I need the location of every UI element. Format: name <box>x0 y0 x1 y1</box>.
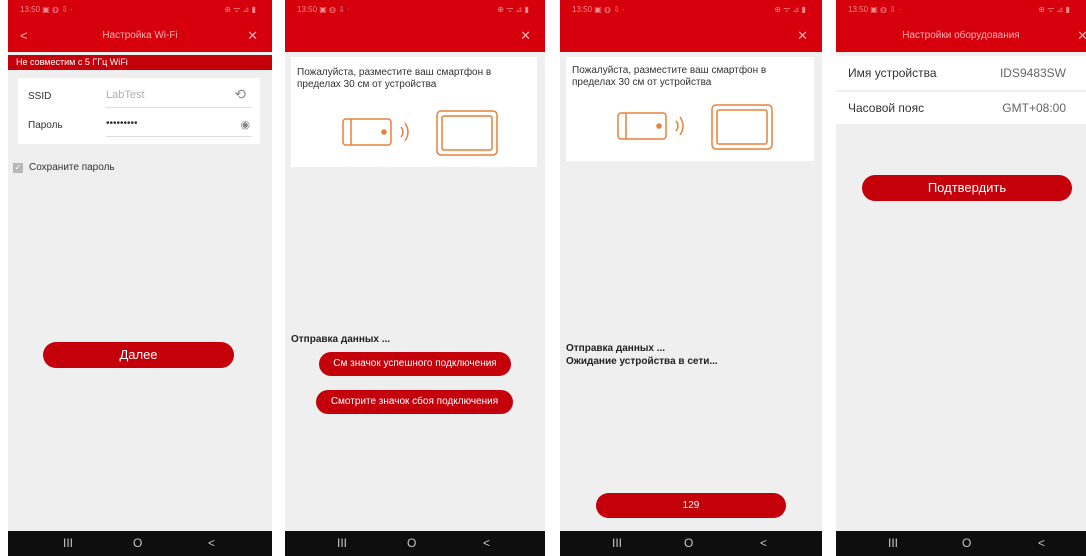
status-bar: 13:50 ▣ ◍ ⇩ · ⊕ ᯤ ⊿ ▮ <box>8 0 272 20</box>
home-button[interactable]: O <box>962 536 971 550</box>
status-bar: 13:50 ▣ ◍ ⇩ · ⊕ ᯤ ⊿ ▮ <box>560 0 822 20</box>
screen-sending-data: 13:50 ▣ ◍ ⇩ · ⊕ ᯤ ⊿ ▮ ✕ Пожалуйста, разм… <box>285 0 545 556</box>
status-bar: 13:50 ▣ ◍ ⇩ · ⊕ ᯤ ⊿ ▮ <box>836 0 1086 20</box>
close-icon[interactable]: ✕ <box>247 20 258 52</box>
close-icon[interactable]: ✕ <box>520 20 531 52</box>
screen-waiting-device: 13:50 ▣ ◍ ⇩ · ⊕ ᯤ ⊿ ▮ ✕ Пожалуйста, разм… <box>560 0 822 556</box>
wifi-form-card: SSID LabTest ⟲ Пароль ••••••••• ◉ <box>18 78 260 144</box>
remember-checkbox[interactable]: ✓ <box>13 163 23 173</box>
warning-text: Не совместим с 5 ГГц WiFi <box>16 57 128 67</box>
remember-label: Сохраните пароль <box>29 162 115 173</box>
recent-apps-button[interactable]: III <box>612 536 622 550</box>
phone-near-device-illustration <box>342 110 498 156</box>
refresh-icon[interactable]: ⟲ <box>234 86 246 103</box>
close-icon[interactable]: ✕ <box>1077 20 1086 52</box>
status-icons: ⊕ ᯤ ⊿ ▮ <box>774 5 806 14</box>
divider <box>106 136 252 137</box>
status-icons: ⊕ ᯤ ⊿ ▮ <box>1038 5 1070 14</box>
next-button-label: Далее <box>119 347 158 362</box>
page-title: Настройки оборудования <box>902 30 1020 41</box>
title-bar: < Настройка Wi-Fi ✕ <box>8 20 272 52</box>
status-time: 13:50 ▣ ◍ ⇩ · <box>848 5 901 14</box>
instruction-text: Пожалуйста, разместите ваш смартфон в пр… <box>297 67 492 90</box>
status-bar: 13:50 ▣ ◍ ⇩ · ⊕ ᯤ ⊿ ▮ <box>285 0 545 20</box>
android-nav-bar: III O < <box>560 531 822 556</box>
password-input[interactable]: ••••••••• <box>106 118 138 129</box>
warning-banner: Не совместим с 5 ГГц WiFi <box>8 55 272 70</box>
title-bar: ✕ <box>560 20 822 52</box>
status-icons: ⊕ ᯤ ⊿ ▮ <box>497 5 529 14</box>
confirm-button-label: Подтвердить <box>927 180 1007 195</box>
android-nav-bar: III O < <box>836 531 1086 556</box>
home-button[interactable]: O <box>407 536 416 550</box>
page-title: Настройка Wi-Fi <box>102 30 178 41</box>
screen-wifi-setup: 13:50 ▣ ◍ ⇩ · ⊕ ᯤ ⊿ ▮ < Настройка Wi-Fi … <box>8 0 272 556</box>
failure-icon-button-label: Смотрите значок сбоя подключения <box>330 396 499 407</box>
status-time: 13:50 ▣ ◍ ⇩ · <box>297 5 350 14</box>
timezone-row[interactable]: Часовой пояс GMT+08:00 <box>836 92 1086 124</box>
device-name-label: Имя устройства <box>848 66 937 80</box>
sending-status: Отправка данных ... <box>291 334 391 345</box>
success-icon-button[interactable]: См значок успешного подключения <box>319 352 511 376</box>
device-screen-icon <box>711 104 773 150</box>
status-time: 13:50 ▣ ◍ ⇩ · <box>20 5 73 14</box>
recent-apps-button[interactable]: III <box>337 536 347 550</box>
recent-apps-button[interactable]: III <box>63 536 73 550</box>
password-label: Пароль <box>28 120 63 131</box>
back-arrow-icon[interactable]: < <box>20 20 28 52</box>
waiting-status: Ожидание устройства в сети... <box>566 356 718 367</box>
screen-device-settings: 13:50 ▣ ◍ ⇩ · ⊕ ᯤ ⊿ ▮ Настройки оборудов… <box>836 0 1086 556</box>
device-name-row[interactable]: Имя устройства IDS9483SW <box>836 56 1086 90</box>
back-button[interactable]: < <box>208 536 215 550</box>
android-nav-bar: III O < <box>285 531 545 556</box>
signal-icon <box>675 116 684 136</box>
instruction-card: Пожалуйста, разместите ваш смартфон в пр… <box>291 57 537 167</box>
back-button[interactable]: < <box>1038 536 1045 550</box>
smartphone-icon <box>342 118 392 146</box>
countdown-value: 129 <box>682 500 700 511</box>
countdown-button[interactable]: 129 <box>596 493 786 518</box>
confirm-button[interactable]: Подтвердить <box>862 175 1072 201</box>
recent-apps-button[interactable]: III <box>888 536 898 550</box>
timezone-value: GMT+08:00 <box>1002 101 1066 115</box>
instruction-card: Пожалуйста, разместите ваш смартфон в пр… <box>566 57 814 161</box>
back-button[interactable]: < <box>760 536 767 550</box>
title-bar: ✕ <box>285 20 545 52</box>
failure-icon-button[interactable]: Смотрите значок сбоя подключения <box>316 390 513 414</box>
eye-icon[interactable]: ◉ <box>240 118 250 131</box>
android-nav-bar: III O < <box>8 531 272 556</box>
next-button[interactable]: Далее <box>43 342 234 368</box>
title-bar: Настройки оборудования ✕ <box>836 20 1086 52</box>
smartphone-icon <box>617 112 667 140</box>
back-button[interactable]: < <box>483 536 490 550</box>
ssid-label: SSID <box>28 91 52 102</box>
status-icons: ⊕ ᯤ ⊿ ▮ <box>224 5 256 14</box>
close-icon[interactable]: ✕ <box>797 20 808 52</box>
status-time: 13:50 ▣ ◍ ⇩ · <box>572 5 625 14</box>
ssid-input[interactable]: LabTest <box>106 89 145 101</box>
home-button[interactable]: O <box>684 536 693 550</box>
sending-status: Отправка данных ... <box>566 343 666 354</box>
divider <box>106 107 252 108</box>
device-name-value: IDS9483SW <box>999 66 1066 80</box>
instruction-text: Пожалуйста, разместите ваш смартфон в пр… <box>572 65 767 88</box>
phone-near-device-illustration <box>617 104 773 150</box>
timezone-label: Часовой пояс <box>848 101 925 115</box>
success-icon-button-label: См значок успешного подключения <box>333 358 497 369</box>
home-button[interactable]: O <box>133 536 142 550</box>
signal-icon <box>400 122 409 142</box>
device-screen-icon <box>436 110 498 156</box>
